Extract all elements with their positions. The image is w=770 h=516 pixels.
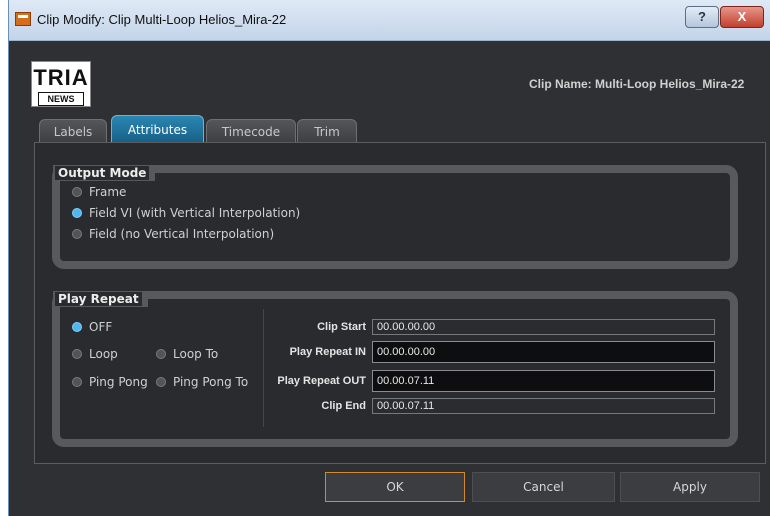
radio-off-icon <box>72 377 82 387</box>
help-button[interactable]: ? <box>685 6 719 28</box>
tab-labels[interactable]: Labels <box>39 119 107 143</box>
play-repeat-in-input[interactable]: 00.00.00.00 <box>372 341 715 363</box>
clip-modify-window: Clip Modify: Clip Multi-Loop Helios_Mira… <box>8 0 770 516</box>
clip-end-field: 00.00.07.11 <box>372 398 715 414</box>
output-mode-title: Output Mode <box>53 165 156 181</box>
radio-frame[interactable]: Frame <box>72 185 126 199</box>
play-repeat-out-label: Play Repeat OUT <box>277 375 366 387</box>
radio-off-icon <box>156 349 166 359</box>
radio-loop-label: Loop <box>89 347 118 361</box>
clip-start-label: Clip Start <box>317 321 366 333</box>
radio-ping-pong-label: Ping Pong <box>89 375 148 389</box>
window-title: Clip Modify: Clip Multi-Loop Helios_Mira… <box>37 12 287 27</box>
title-bar[interactable]: Clip Modify: Clip Multi-Loop Helios_Mira… <box>9 0 770 41</box>
radio-loop[interactable]: Loop <box>72 347 118 361</box>
radio-frame-label: Frame <box>89 185 127 199</box>
radio-field-no-vi[interactable]: Field (no Vertical Interpolation) <box>72 227 274 241</box>
radio-ping-pong[interactable]: Ping Pong <box>72 375 148 389</box>
radio-field-vi-label: Field VI (with Vertical Interpolation) <box>89 206 301 220</box>
radio-on-icon <box>72 208 82 218</box>
tria-news-logo: TRIA NEWS <box>31 61 91 107</box>
play-repeat-title: Play Repeat <box>53 291 148 307</box>
cancel-button[interactable]: Cancel <box>472 472 615 502</box>
play-repeat-out-input[interactable]: 00.00.07.11 <box>372 370 715 392</box>
logo-news-text: NEWS <box>38 92 84 106</box>
radio-off-label: OFF <box>89 320 113 334</box>
logo-tria-text: TRIA <box>33 65 89 90</box>
radio-off-icon <box>72 229 82 239</box>
close-button[interactable]: X <box>720 6 764 28</box>
ok-button[interactable]: OK <box>325 472 465 502</box>
radio-off-icon <box>156 377 166 387</box>
radio-field-vi[interactable]: Field VI (with Vertical Interpolation) <box>72 206 300 220</box>
output-mode-group: Output Mode Frame Field VI (with Vertica… <box>52 165 738 269</box>
clip-start-field: 00.00.00.00 <box>372 319 715 335</box>
radio-field-no-vi-label: Field (no Vertical Interpolation) <box>89 227 275 241</box>
play-repeat-group: Play Repeat OFF Loop Loop To Ping Pong P… <box>52 291 738 447</box>
radio-on-icon <box>72 322 82 332</box>
app-icon <box>15 12 31 26</box>
tab-trim[interactable]: Trim <box>297 119 357 143</box>
attributes-panel: Output Mode Frame Field VI (with Vertica… <box>34 142 766 464</box>
apply-button[interactable]: Apply <box>620 472 760 502</box>
clip-end-label: Clip End <box>321 400 366 412</box>
radio-off-icon <box>72 187 82 197</box>
radio-off[interactable]: OFF <box>72 320 112 334</box>
dialog-body: TRIA NEWS Clip Name: Multi-Loop Helios_M… <box>9 41 770 516</box>
clip-name-label: Clip Name: Multi-Loop Helios_Mira-22 <box>529 77 745 91</box>
radio-off-icon <box>72 349 82 359</box>
tab-attributes[interactable]: Attributes <box>111 115 204 143</box>
tab-timecode[interactable]: Timecode <box>206 119 296 143</box>
play-repeat-in-label: Play Repeat IN <box>289 346 366 358</box>
